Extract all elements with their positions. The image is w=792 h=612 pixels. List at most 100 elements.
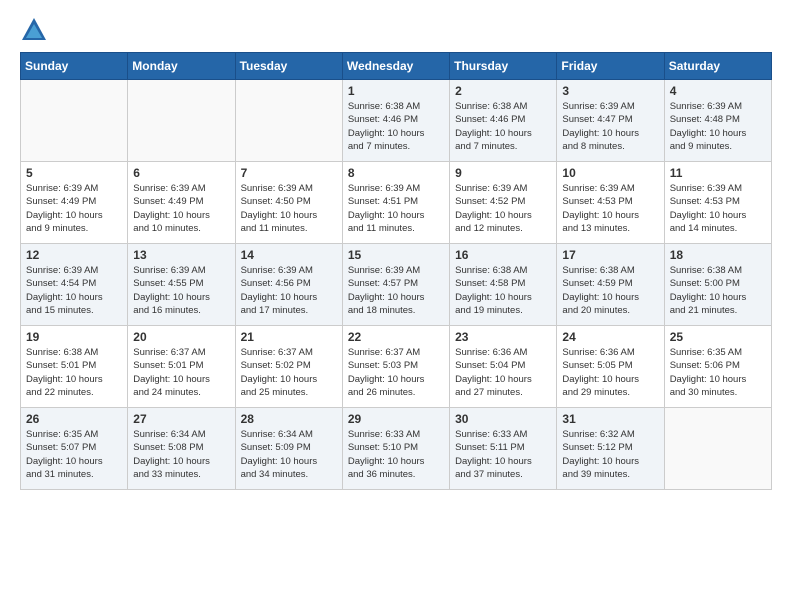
day-cell: 1 Sunrise: 6:38 AM Sunset: 4:46 PM Daylig… — [342, 80, 449, 162]
day-info: Sunrise: 6:38 AM Sunset: 4:59 PM Dayligh… — [562, 264, 658, 317]
day-number: 18 — [670, 248, 766, 262]
day-number: 7 — [241, 166, 337, 180]
day-cell — [128, 80, 235, 162]
day-info: Sunrise: 6:33 AM Sunset: 5:10 PM Dayligh… — [348, 428, 444, 481]
day-info: Sunrise: 6:39 AM Sunset: 4:54 PM Dayligh… — [26, 264, 122, 317]
day-number: 22 — [348, 330, 444, 344]
day-number: 14 — [241, 248, 337, 262]
day-cell: 11 Sunrise: 6:39 AM Sunset: 4:53 PM Dayli… — [664, 162, 771, 244]
day-number: 11 — [670, 166, 766, 180]
col-header-friday: Friday — [557, 53, 664, 80]
day-cell: 29 Sunrise: 6:33 AM Sunset: 5:10 PM Dayli… — [342, 408, 449, 490]
day-number: 4 — [670, 84, 766, 98]
day-info: Sunrise: 6:39 AM Sunset: 4:52 PM Dayligh… — [455, 182, 551, 235]
header — [20, 16, 772, 44]
day-cell: 10Sunrise: 6:39 AM Sunset: 4:53 PM Dayli… — [557, 162, 664, 244]
day-number: 10 — [562, 166, 658, 180]
day-cell: 18 Sunrise: 6:38 AM Sunset: 5:00 PM Dayli… — [664, 244, 771, 326]
week-row-5: 26Sunrise: 6:35 AM Sunset: 5:07 PM Dayli… — [21, 408, 772, 490]
day-cell: 3 Sunrise: 6:39 AM Sunset: 4:47 PM Daylig… — [557, 80, 664, 162]
day-cell: 21 Sunrise: 6:37 AM Sunset: 5:02 PM Dayli… — [235, 326, 342, 408]
day-info: Sunrise: 6:35 AM Sunset: 5:07 PM Dayligh… — [26, 428, 122, 481]
day-number: 24 — [562, 330, 658, 344]
day-number: 13 — [133, 248, 229, 262]
logo-icon — [20, 16, 48, 44]
day-number: 9 — [455, 166, 551, 180]
day-info: Sunrise: 6:38 AM Sunset: 4:46 PM Dayligh… — [455, 100, 551, 153]
day-info: Sunrise: 6:39 AM Sunset: 4:51 PM Dayligh… — [348, 182, 444, 235]
day-number: 27 — [133, 412, 229, 426]
day-cell — [664, 408, 771, 490]
day-info: Sunrise: 6:33 AM Sunset: 5:11 PM Dayligh… — [455, 428, 551, 481]
day-cell: 19Sunrise: 6:38 AM Sunset: 5:01 PM Dayli… — [21, 326, 128, 408]
day-info: Sunrise: 6:37 AM Sunset: 5:01 PM Dayligh… — [133, 346, 229, 399]
day-cell: 15 Sunrise: 6:39 AM Sunset: 4:57 PM Dayli… — [342, 244, 449, 326]
day-info: Sunrise: 6:36 AM Sunset: 5:04 PM Dayligh… — [455, 346, 551, 399]
header-row: SundayMondayTuesdayWednesdayThursdayFrid… — [21, 53, 772, 80]
day-number: 21 — [241, 330, 337, 344]
day-number: 5 — [26, 166, 122, 180]
day-cell: 9 Sunrise: 6:39 AM Sunset: 4:52 PM Daylig… — [450, 162, 557, 244]
day-info: Sunrise: 6:34 AM Sunset: 5:08 PM Dayligh… — [133, 428, 229, 481]
day-number: 6 — [133, 166, 229, 180]
day-info: Sunrise: 6:39 AM Sunset: 4:49 PM Dayligh… — [133, 182, 229, 235]
day-info: Sunrise: 6:39 AM Sunset: 4:48 PM Dayligh… — [670, 100, 766, 153]
day-number: 1 — [348, 84, 444, 98]
day-cell: 17 Sunrise: 6:38 AM Sunset: 4:59 PM Dayli… — [557, 244, 664, 326]
day-number: 8 — [348, 166, 444, 180]
calendar-page: SundayMondayTuesdayWednesdayThursdayFrid… — [0, 0, 792, 506]
day-info: Sunrise: 6:39 AM Sunset: 4:57 PM Dayligh… — [348, 264, 444, 317]
day-cell: 23 Sunrise: 6:36 AM Sunset: 5:04 PM Dayli… — [450, 326, 557, 408]
col-header-monday: Monday — [128, 53, 235, 80]
day-cell: 30 Sunrise: 6:33 AM Sunset: 5:11 PM Dayli… — [450, 408, 557, 490]
day-cell: 12 Sunrise: 6:39 AM Sunset: 4:54 PM Dayli… — [21, 244, 128, 326]
day-number: 23 — [455, 330, 551, 344]
day-info: Sunrise: 6:39 AM Sunset: 4:55 PM Dayligh… — [133, 264, 229, 317]
day-number: 12 — [26, 248, 122, 262]
day-number: 3 — [562, 84, 658, 98]
day-cell: 16Sunrise: 6:38 AM Sunset: 4:58 PM Dayli… — [450, 244, 557, 326]
day-cell: 14 Sunrise: 6:39 AM Sunset: 4:56 PM Dayli… — [235, 244, 342, 326]
day-cell: 26Sunrise: 6:35 AM Sunset: 5:07 PM Dayli… — [21, 408, 128, 490]
day-number: 20 — [133, 330, 229, 344]
day-number: 31 — [562, 412, 658, 426]
day-info: Sunrise: 6:36 AM Sunset: 5:05 PM Dayligh… — [562, 346, 658, 399]
day-number: 17 — [562, 248, 658, 262]
day-number: 30 — [455, 412, 551, 426]
day-cell: 22Sunrise: 6:37 AM Sunset: 5:03 PM Dayli… — [342, 326, 449, 408]
day-cell: 28 Sunrise: 6:34 AM Sunset: 5:09 PM Dayli… — [235, 408, 342, 490]
week-row-4: 19Sunrise: 6:38 AM Sunset: 5:01 PM Dayli… — [21, 326, 772, 408]
day-info: Sunrise: 6:34 AM Sunset: 5:09 PM Dayligh… — [241, 428, 337, 481]
col-header-tuesday: Tuesday — [235, 53, 342, 80]
day-info: Sunrise: 6:39 AM Sunset: 4:53 PM Dayligh… — [670, 182, 766, 235]
col-header-thursday: Thursday — [450, 53, 557, 80]
day-cell — [235, 80, 342, 162]
logo — [20, 16, 52, 44]
day-cell: 27 Sunrise: 6:34 AM Sunset: 5:08 PM Dayli… — [128, 408, 235, 490]
day-number: 15 — [348, 248, 444, 262]
day-info: Sunrise: 6:39 AM Sunset: 4:49 PM Dayligh… — [26, 182, 122, 235]
day-info: Sunrise: 6:39 AM Sunset: 4:47 PM Dayligh… — [562, 100, 658, 153]
day-cell — [21, 80, 128, 162]
day-info: Sunrise: 6:38 AM Sunset: 4:46 PM Dayligh… — [348, 100, 444, 153]
day-number: 28 — [241, 412, 337, 426]
day-info: Sunrise: 6:38 AM Sunset: 4:58 PM Dayligh… — [455, 264, 551, 317]
day-info: Sunrise: 6:38 AM Sunset: 5:00 PM Dayligh… — [670, 264, 766, 317]
day-info: Sunrise: 6:39 AM Sunset: 4:56 PM Dayligh… — [241, 264, 337, 317]
day-number: 29 — [348, 412, 444, 426]
day-cell: 31 Sunrise: 6:32 AM Sunset: 5:12 PM Dayli… — [557, 408, 664, 490]
day-cell: 7Sunrise: 6:39 AM Sunset: 4:50 PM Daylig… — [235, 162, 342, 244]
week-row-2: 5 Sunrise: 6:39 AM Sunset: 4:49 PM Daylig… — [21, 162, 772, 244]
day-info: Sunrise: 6:32 AM Sunset: 5:12 PM Dayligh… — [562, 428, 658, 481]
day-cell: 25Sunrise: 6:35 AM Sunset: 5:06 PM Dayli… — [664, 326, 771, 408]
day-info: Sunrise: 6:37 AM Sunset: 5:02 PM Dayligh… — [241, 346, 337, 399]
calendar-table: SundayMondayTuesdayWednesdayThursdayFrid… — [20, 52, 772, 490]
day-number: 25 — [670, 330, 766, 344]
week-row-3: 12 Sunrise: 6:39 AM Sunset: 4:54 PM Dayli… — [21, 244, 772, 326]
day-info: Sunrise: 6:38 AM Sunset: 5:01 PM Dayligh… — [26, 346, 122, 399]
day-cell: 2Sunrise: 6:38 AM Sunset: 4:46 PM Daylig… — [450, 80, 557, 162]
day-cell: 20 Sunrise: 6:37 AM Sunset: 5:01 PM Dayli… — [128, 326, 235, 408]
col-header-wednesday: Wednesday — [342, 53, 449, 80]
day-cell: 24 Sunrise: 6:36 AM Sunset: 5:05 PM Dayli… — [557, 326, 664, 408]
day-cell: 6 Sunrise: 6:39 AM Sunset: 4:49 PM Daylig… — [128, 162, 235, 244]
